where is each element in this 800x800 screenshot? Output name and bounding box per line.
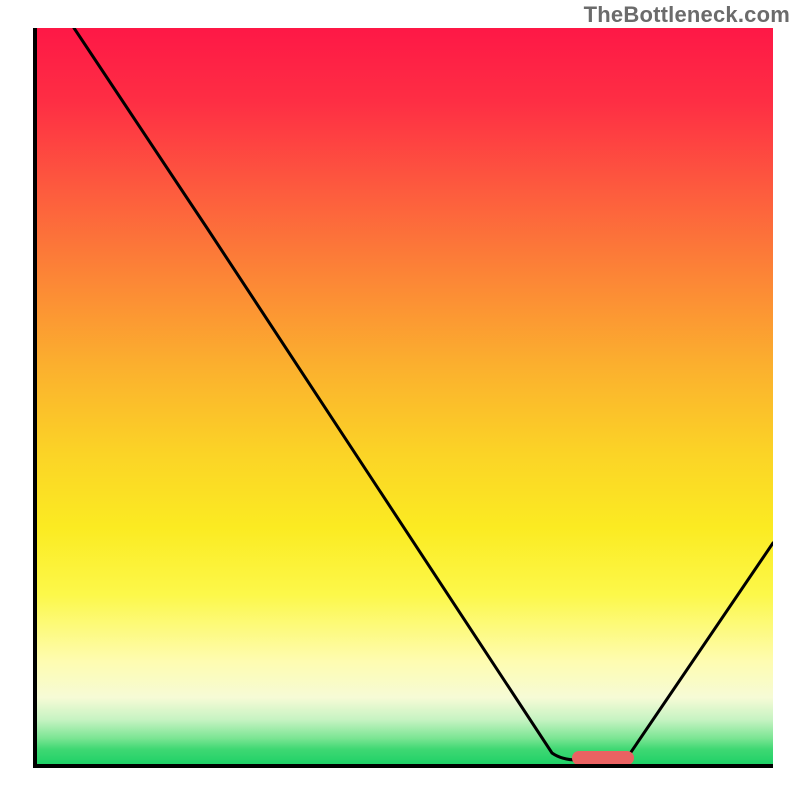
watermark-text: TheBottleneck.com [584,2,790,28]
plot-area [33,28,773,768]
bottleneck-curve [74,28,773,760]
curve-svg [37,28,773,764]
chart-canvas: TheBottleneck.com [0,0,800,800]
optimal-marker [572,751,634,764]
